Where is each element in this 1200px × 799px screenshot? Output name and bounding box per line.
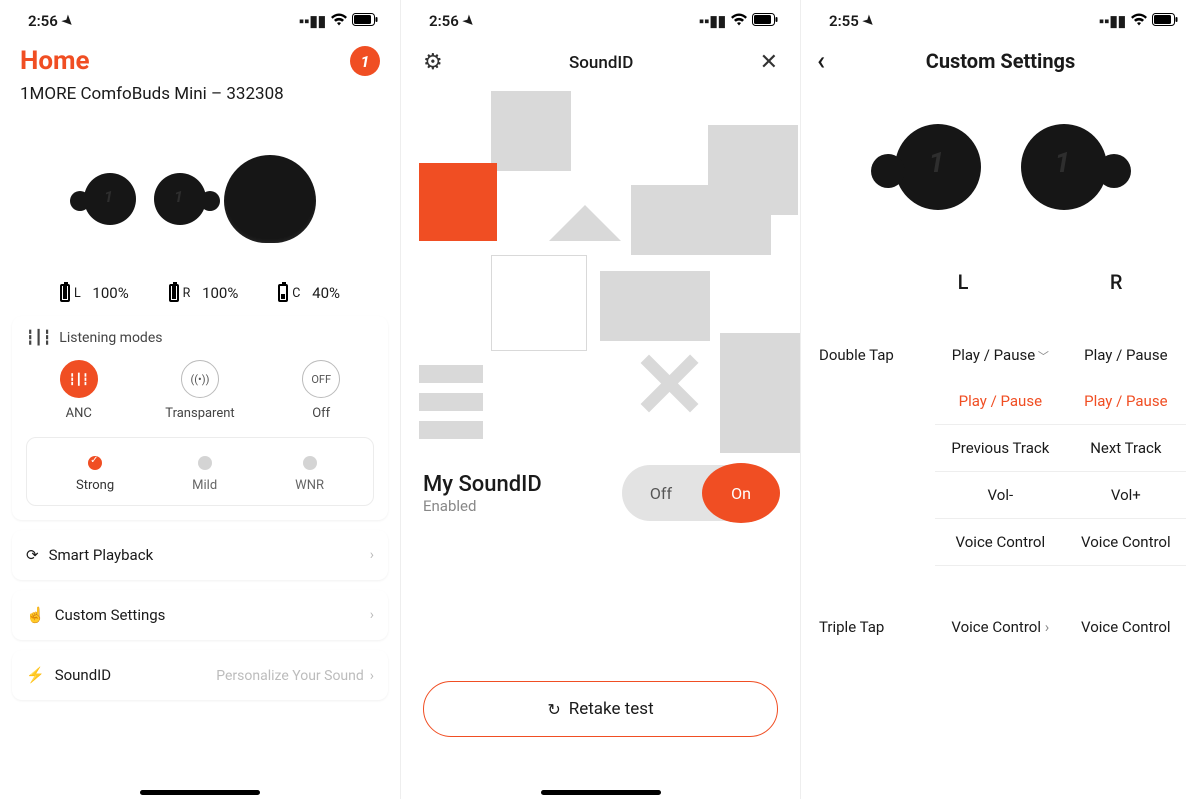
tap-icon: ☝ <box>26 606 45 624</box>
status-bar: 2:56➤ ▪▪▮▮ <box>401 0 800 36</box>
battery-icon <box>752 12 778 30</box>
chevron-right-icon: › <box>370 607 374 623</box>
home-indicator[interactable] <box>541 790 661 795</box>
product-image: 1 1 <box>0 114 400 284</box>
battery-row: L 100% R 100% C 40% <box>0 284 400 302</box>
chevron-right-icon: › <box>370 668 374 684</box>
double-tap-option[interactable]: Vol- <box>935 472 1066 519</box>
close-icon[interactable]: ✕ <box>760 50 778 75</box>
battery-icon <box>352 12 378 30</box>
submode-strong[interactable]: Strong <box>76 456 114 493</box>
signal-icon: ▪▪▮▮ <box>1099 12 1126 30</box>
row-smart-playback[interactable]: ⟳Smart Playback › <box>12 530 388 580</box>
status-time: 2:55 <box>829 12 859 30</box>
wifi-icon <box>1130 12 1148 30</box>
chevron-right-icon: › <box>370 547 374 563</box>
double-tap-option[interactable]: Voice Control <box>1066 519 1186 566</box>
location-icon: ➤ <box>459 12 477 30</box>
double-tap-row: Double Tap Play / Pause Play / Pause <box>815 332 1186 378</box>
row-soundid[interactable]: ⚡SoundID Personalize Your Sound› <box>12 650 388 700</box>
soundid-icon: ⚡ <box>26 666 45 684</box>
triple-tap-left-select[interactable]: Voice Control <box>935 604 1066 650</box>
playback-icon: ⟳ <box>26 546 39 564</box>
signal-icon: ▪▪▮▮ <box>699 12 726 30</box>
page-title: Custom Settings <box>847 49 1184 73</box>
wifi-icon <box>330 12 348 30</box>
status-time: 2:56 <box>429 12 459 30</box>
brand-badge-icon[interactable]: 1 <box>350 46 380 76</box>
double-tap-option[interactable]: Play / Pause <box>935 378 1066 425</box>
status-bar: 2:56➤ ▪▪▮▮ <box>0 0 400 36</box>
screen-home: 2:56➤ ▪▪▮▮ Home 1 1MORE ComfoBuds Mini –… <box>0 0 400 799</box>
double-tap-option[interactable]: Play / Pause <box>1066 378 1186 425</box>
listening-modes-card: ┇┃┇ Listening modes ┇┃┇ANC ((•))Transpare… <box>12 316 388 520</box>
retake-test-button[interactable]: ↻ Retake test <box>423 681 778 737</box>
wifi-icon <box>730 12 748 30</box>
toggle-on-knob: On <box>702 463 780 523</box>
device-name: 1MORE ComfoBuds Mini – 332308 <box>0 76 400 104</box>
battery-right: R 100% <box>169 284 239 302</box>
status-bar: 2:55➤ ▪▪▮▮ <box>801 0 1200 36</box>
battery-left: L 100% <box>60 284 129 302</box>
page-title: Home <box>20 46 90 76</box>
screen-soundid: 2:56➤ ▪▪▮▮ ⚙︎ SoundID ✕ ✕ <box>400 0 800 799</box>
soundid-state: Enabled <box>423 497 542 515</box>
reload-icon: ↻ <box>547 700 560 719</box>
right-label: R <box>1032 270 1200 294</box>
left-label: L <box>801 270 1032 294</box>
gear-icon[interactable]: ⚙︎ <box>423 50 443 75</box>
screen-custom-settings: 2:55➤ ▪▪▮▮ ‹ Custom Settings 1 1 L R Dou… <box>800 0 1200 799</box>
my-soundid-label: My SoundID <box>423 472 542 497</box>
battery-icon <box>1152 12 1178 30</box>
double-tap-heading: Double Tap <box>815 332 935 378</box>
status-time: 2:56 <box>28 12 58 30</box>
soundid-hero: ✕ <box>401 85 800 455</box>
location-icon: ➤ <box>58 12 76 30</box>
double-tap-right-select[interactable]: Play / Pause <box>1066 332 1186 378</box>
triple-tap-heading: Triple Tap <box>815 604 935 650</box>
triple-tap-row: Triple Tap Voice Control Voice Control <box>815 604 1186 650</box>
double-tap-option[interactable]: Previous Track <box>935 425 1066 472</box>
mode-anc[interactable]: ┇┃┇ANC <box>60 360 98 421</box>
earbuds-image: 1 1 <box>801 92 1200 242</box>
battery-case: C 40% <box>278 284 340 302</box>
back-icon[interactable]: ‹ <box>817 46 847 76</box>
listening-modes-heading: Listening modes <box>59 330 162 346</box>
signal-icon: ▪▪▮▮ <box>299 12 326 30</box>
double-tap-left-select[interactable]: Play / Pause <box>935 332 1066 378</box>
equalizer-icon: ┇┃┇ <box>26 330 51 346</box>
submode-wnr[interactable]: WNR <box>295 456 324 493</box>
mode-off[interactable]: OFFOff <box>302 360 340 421</box>
mode-transparent[interactable]: ((•))Transparent <box>165 360 234 421</box>
page-title: SoundID <box>569 53 633 73</box>
row-custom-settings[interactable]: ☝Custom Settings › <box>12 590 388 640</box>
double-tap-option[interactable]: Vol+ <box>1066 472 1186 519</box>
location-icon: ➤ <box>859 12 877 30</box>
home-indicator[interactable] <box>140 790 260 795</box>
double-tap-option[interactable]: Voice Control <box>935 519 1066 566</box>
soundid-toggle[interactable]: Off On <box>622 465 778 521</box>
toggle-off-label: Off <box>622 484 700 503</box>
triple-tap-right-select[interactable]: Voice Control <box>1066 604 1186 650</box>
submode-mild[interactable]: Mild <box>192 456 217 493</box>
double-tap-option[interactable]: Next Track <box>1066 425 1186 472</box>
